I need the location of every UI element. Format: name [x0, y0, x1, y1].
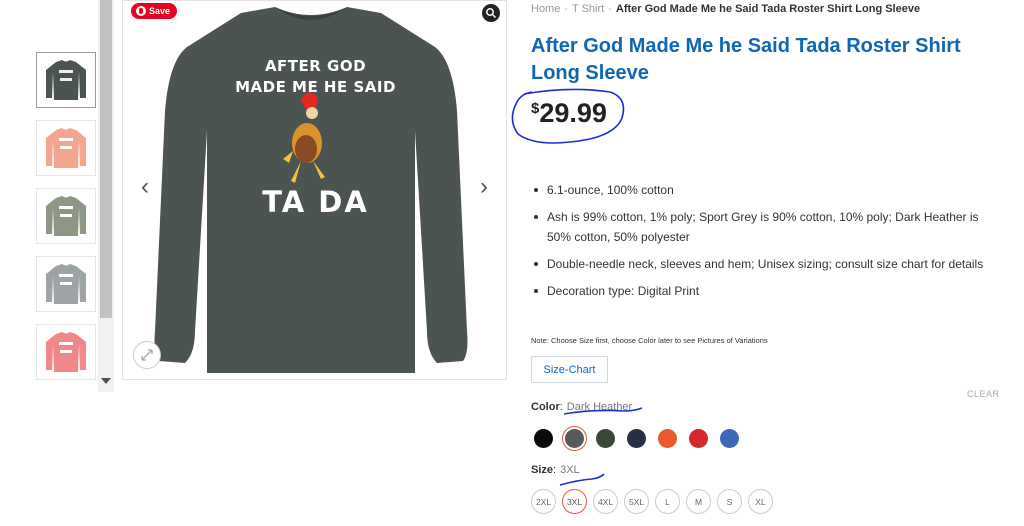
- color-value: Dark Heather: [566, 401, 633, 413]
- thumbnail-sage[interactable]: [36, 188, 96, 244]
- price-currency: $: [531, 100, 540, 117]
- color-colon: :: [559, 401, 563, 413]
- thumbnail-scrollbar[interactable]: [98, 0, 114, 392]
- breadcrumb-separator: -: [564, 3, 569, 15]
- expand-icon[interactable]: [133, 341, 161, 369]
- save-label: Save: [149, 6, 171, 16]
- size-option[interactable]: M: [686, 489, 711, 514]
- size-option-selected[interactable]: 3XL: [562, 489, 587, 514]
- pinterest-save-button[interactable]: Save: [131, 3, 178, 19]
- breadcrumb-t-shirt[interactable]: T Shirt: [572, 3, 604, 15]
- swatch-red[interactable]: [686, 426, 711, 451]
- previous-image-button[interactable]: ‹: [135, 175, 155, 199]
- product-price: $29.99: [531, 98, 607, 129]
- breadcrumb-separator: -: [608, 3, 612, 15]
- breadcrumb: Home - T Shirt - After God Made Me he Said T…: [531, 3, 920, 15]
- feature-item: Decoration type: Digital Print: [531, 281, 996, 301]
- swatch-black[interactable]: [531, 426, 556, 451]
- swatch-navy[interactable]: [624, 426, 649, 451]
- size-option[interactable]: L: [655, 489, 680, 514]
- size-option[interactable]: 4XL: [593, 489, 618, 514]
- swatch-royal[interactable]: [717, 426, 742, 451]
- swatch-dark-heather[interactable]: [562, 426, 587, 451]
- breadcrumb-current: After God Made Me he Said Tada Roster Sh…: [615, 3, 921, 15]
- thumbnail-dark-heather[interactable]: [36, 52, 96, 108]
- main-product-image: AFTER GOD MADE ME HE SAID TA DA Save ‹ ›: [122, 0, 507, 380]
- price-value: 29.99: [539, 98, 607, 128]
- shirt-thumbnail-image: [46, 128, 86, 168]
- feature-item: 6.1-ounce, 100% cotton: [531, 180, 996, 200]
- feature-item: Double-needle neck, sleeves and hem; Uni…: [531, 254, 996, 274]
- thumbnail-peach[interactable]: [36, 120, 96, 176]
- feature-list: 6.1-ounce, 100% cotton Ash is 99% cotton…: [531, 180, 996, 308]
- next-image-button[interactable]: ›: [474, 175, 494, 199]
- size-chart-button[interactable]: Size-Chart: [531, 356, 608, 383]
- color-label: Color: [531, 401, 560, 413]
- shirt-thumbnail-image: [46, 264, 86, 304]
- swatch-orange[interactable]: [655, 426, 680, 451]
- pinterest-icon: [136, 6, 146, 16]
- thumbnail-sport-grey[interactable]: [36, 256, 96, 312]
- clear-selection-link[interactable]: CLEAR: [967, 389, 1000, 399]
- shirt-print-line-1: AFTER GOD: [264, 57, 367, 75]
- size-label-row: Size: 3XL: [531, 464, 580, 476]
- variation-note: Note: Choose Size first, choose Color la…: [531, 336, 768, 345]
- shirt-print-line-3: TA DA: [262, 185, 369, 219]
- size-value: 3XL: [560, 464, 580, 476]
- shirt-print-line-2: MADE ME HE SAID: [235, 78, 396, 96]
- breadcrumb-home[interactable]: Home: [531, 3, 560, 15]
- zoom-icon[interactable]: [482, 4, 500, 22]
- scroll-down-icon[interactable]: [101, 378, 111, 384]
- size-option[interactable]: 2XL: [531, 489, 556, 514]
- product-title: After God Made Me he Said Tada Roster Sh…: [531, 35, 961, 84]
- shirt-thumbnail-image: [46, 60, 86, 100]
- size-label: Size: [531, 464, 554, 476]
- size-option[interactable]: S: [717, 489, 742, 514]
- color-label-row: Color: Dark Heather: [531, 401, 632, 413]
- shirt-thumbnail-image: [46, 196, 86, 236]
- scrollbar-thumb[interactable]: [100, 0, 112, 318]
- swatch-forest[interactable]: [593, 426, 618, 451]
- size-option[interactable]: XL: [748, 489, 773, 514]
- size-colon: :: [553, 464, 557, 476]
- color-swatches: [531, 426, 771, 452]
- size-option[interactable]: 5XL: [624, 489, 649, 514]
- feature-item: Ash is 99% cotton, 1% poly; Sport Grey i…: [531, 207, 996, 247]
- shirt-thumbnail-image: [46, 332, 86, 372]
- size-options: 2XL 3XL 4XL 5XL L M S XL: [531, 489, 791, 515]
- thumbnail-coral[interactable]: [36, 324, 96, 380]
